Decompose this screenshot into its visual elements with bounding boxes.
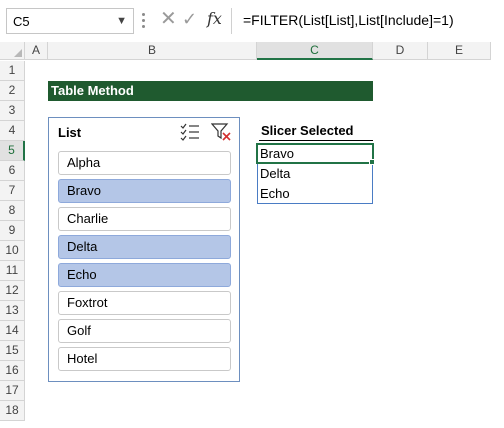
column-header-c[interactable]: C	[257, 42, 373, 60]
formula-bar: C5 ▼ ✕ ✓ fx =FILTER(List[List],List[Incl…	[0, 0, 504, 42]
column-header-d[interactable]: D	[373, 42, 428, 60]
slicer-item-charlie[interactable]: Charlie	[58, 207, 231, 231]
slicer-item-bravo[interactable]: Bravo	[58, 179, 231, 203]
slicer-item-foxtrot[interactable]: Foxtrot	[58, 291, 231, 315]
row-header-3[interactable]: 3	[0, 101, 25, 121]
clear-filter-icon[interactable]	[211, 123, 231, 141]
column-header-a[interactable]: A	[25, 42, 48, 60]
row-header-7[interactable]: 7	[0, 181, 25, 201]
row-header-16[interactable]: 16	[0, 361, 25, 381]
check-icon[interactable]: ✓	[182, 9, 197, 29]
insert-function-icon[interactable]: fx	[207, 9, 222, 28]
result-cell[interactable]: Echo	[260, 184, 290, 204]
name-box[interactable]: C5 ▼	[6, 8, 134, 34]
active-cell-border[interactable]	[256, 143, 374, 164]
row-header-6[interactable]: 6	[0, 161, 25, 181]
slicer-item-golf[interactable]: Golf	[58, 319, 231, 343]
select-all-button[interactable]	[0, 42, 25, 60]
row-header-1[interactable]: 1	[0, 61, 25, 81]
slicer-item-alpha[interactable]: Alpha	[58, 151, 231, 175]
slicer-item-echo[interactable]: Echo	[58, 263, 231, 287]
slicer-header: List	[58, 125, 82, 140]
row-header-4[interactable]: 4	[0, 121, 25, 141]
row-header-14[interactable]: 14	[0, 321, 25, 341]
x-icon[interactable]: ✕	[160, 9, 177, 29]
slicer: List Alpha Bravo Charlie Delta Echo Foxtrot Go…	[48, 117, 240, 382]
formula-bar-separator	[231, 8, 232, 34]
fill-handle[interactable]	[369, 159, 375, 165]
section-title: Table Method	[48, 81, 373, 101]
row-header-10[interactable]: 10	[0, 241, 25, 261]
name-box-value: C5	[13, 14, 30, 29]
slicer-item-delta[interactable]: Delta	[58, 235, 231, 259]
chevron-down-icon[interactable]: ▼	[116, 15, 127, 27]
row-header-9[interactable]: 9	[0, 221, 25, 241]
row-header-11[interactable]: 11	[0, 261, 25, 281]
drag-handle-icon[interactable]	[142, 13, 146, 29]
row-header-17[interactable]: 17	[0, 381, 25, 401]
row-header-5[interactable]: 5	[0, 141, 25, 161]
row-header-12[interactable]: 12	[0, 281, 25, 301]
formula-input[interactable]: =FILTER(List[List],List[Include]=1)	[243, 12, 454, 28]
row-header-15[interactable]: 15	[0, 341, 25, 361]
row-header-13[interactable]: 13	[0, 301, 25, 321]
column-header-b[interactable]: B	[48, 42, 257, 60]
multi-select-icon[interactable]	[180, 123, 200, 141]
column-header-e[interactable]: E	[428, 42, 491, 60]
result-header: Slicer Selected	[259, 121, 373, 141]
result-cell[interactable]: Delta	[260, 164, 290, 184]
row-header-8[interactable]: 8	[0, 201, 25, 221]
row-header-18[interactable]: 18	[0, 401, 25, 421]
row-header-2[interactable]: 2	[0, 81, 25, 101]
slicer-item-hotel[interactable]: Hotel	[58, 347, 231, 371]
